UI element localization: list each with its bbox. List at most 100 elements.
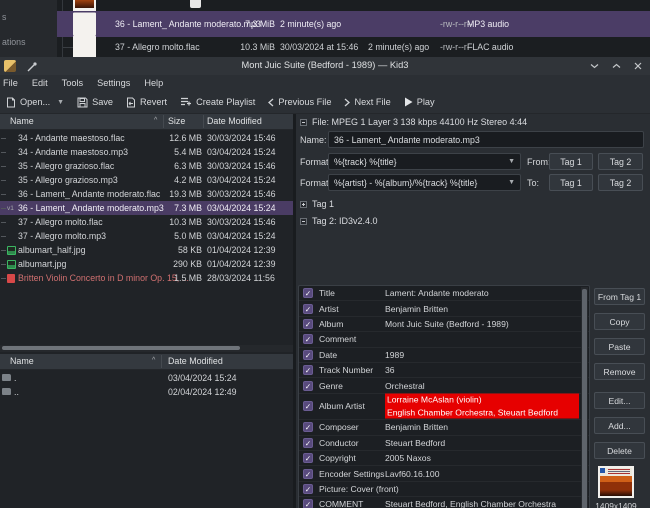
frame-checkbox[interactable] [303, 365, 313, 375]
frame-checkbox[interactable] [303, 422, 313, 432]
format-up-combobox[interactable]: %{track} %{title}▼ [328, 153, 521, 170]
sidebar-label[interactable]: ations [2, 37, 25, 47]
column-header-name[interactable]: Name [10, 116, 34, 126]
menu-settings[interactable]: Settings [97, 78, 130, 88]
tag-frame-row[interactable]: Comment [299, 332, 589, 347]
file-row[interactable]: 34 - Andante maestoso.mp35.4 MB03/04/202… [0, 145, 293, 159]
frame-checkbox[interactable] [303, 469, 313, 479]
toolbar-create-playlist-button[interactable]: Create Playlist [180, 97, 255, 107]
folder-list-header[interactable]: Name ^ Date Modified [0, 354, 293, 370]
close-button[interactable] [630, 59, 646, 73]
tag-frame-row[interactable]: Track Number36 [299, 363, 589, 378]
tag-frame-row[interactable]: Date1989 [299, 348, 589, 363]
from-tag1-button[interactable]: Tag 1 [549, 153, 593, 170]
column-header-name[interactable]: Name [10, 356, 34, 366]
frame-checkbox[interactable] [303, 453, 313, 463]
file-row[interactable]: 35 - Allegro grazioso.mp34.2 MB03/04/202… [0, 173, 293, 187]
tag-frame-row[interactable]: Copyright2005 Naxos [299, 451, 589, 466]
menu-edit[interactable]: Edit [32, 78, 48, 88]
file-row[interactable]: Britten Violin Concerto in D minor Op. 1… [0, 271, 293, 285]
to-tag1-button[interactable]: Tag 1 [549, 174, 593, 191]
frame-value[interactable]: Steuart Bedford, English Chamber Orchest… [385, 499, 579, 508]
file-list-header[interactable]: Name ^ Size Date Modified [0, 114, 293, 130]
delete-button[interactable]: Delete [594, 442, 645, 459]
frame-value[interactable]: 1989 [385, 350, 579, 360]
tag-frame-row[interactable]: Picture: Cover (front) [299, 482, 589, 497]
edit-button[interactable]: Edit... [594, 392, 645, 409]
folder-row[interactable]: ..02/04/2024 12:49 [0, 385, 293, 399]
tag-frame-row[interactable]: ConductorSteuart Bedford [299, 436, 589, 451]
frame-checkbox[interactable] [303, 401, 313, 411]
frame-checkbox[interactable] [303, 381, 313, 391]
tag-frame-row[interactable]: TitleLament: Andante moderato [299, 286, 589, 301]
minimize-button[interactable] [586, 59, 602, 73]
file-row[interactable]: 36 - Lament_ Andante moderato.flac19.3 M… [0, 187, 293, 201]
album-art-thumbnail[interactable] [598, 466, 634, 498]
chevron-down-icon[interactable]: ▼ [57, 99, 64, 106]
file-row[interactable]: v136 - Lament_ Andante moderato.mp37.3 M… [0, 201, 293, 215]
file-row[interactable]: 37 - Allegro molto.flac10.3 MB30/03/2024… [0, 215, 293, 229]
copy-button[interactable]: Copy [594, 313, 645, 330]
file-row[interactable]: albumart.jpg290 KB01/04/2024 12:39 [0, 257, 293, 271]
collapse-icon[interactable] [300, 119, 307, 126]
tag-frame-row[interactable]: Album ArtistLorraine McAslan (violin)Eng… [299, 394, 589, 421]
remove-button[interactable]: Remove [594, 363, 645, 380]
frame-value[interactable]: 36 [385, 365, 579, 375]
frame-checkbox[interactable] [303, 438, 313, 448]
file-row[interactable]: 35 - Allegro grazioso.flac6.3 MB30/03/20… [0, 159, 293, 173]
tag2-section-header[interactable]: Tag 2: ID3v2.4.0 [300, 216, 378, 226]
frame-value[interactable]: 2005 Naxos [385, 453, 579, 463]
folder-row[interactable]: .03/04/2024 15:24 [0, 371, 293, 385]
file-row[interactable]: albumart_half.jpg58 KB01/04/2024 12:39 [0, 243, 293, 257]
frame-value[interactable]: Benjamin Britten [385, 422, 579, 432]
frame-checkbox[interactable] [303, 304, 313, 314]
frame-checkbox[interactable] [303, 334, 313, 344]
frame-value[interactable]: Steuart Bedford [385, 438, 579, 448]
collapse-icon[interactable] [300, 218, 307, 225]
tag-frame-row[interactable]: COMMENTSteuart Bedford, English Chamber … [299, 497, 589, 508]
tag1-section-header[interactable]: Tag 1 [300, 199, 334, 209]
sidebar-label[interactable]: s [2, 12, 6, 22]
file-row[interactable]: 37 - Allegro molto.mp35.0 MB03/04/2024 1… [0, 229, 293, 243]
frame-value[interactable]: Benjamin Britten [385, 304, 579, 314]
frame-checkbox[interactable] [303, 288, 313, 298]
add-button[interactable]: Add... [594, 417, 645, 434]
tag-frame-row[interactable]: ComposerBenjamin Britten [299, 420, 589, 435]
bg-file-row[interactable]: 37 - Allegro molto.flac10.3 MiB30/03/202… [57, 37, 650, 57]
frame-checkbox[interactable] [303, 319, 313, 329]
frame-value[interactable]: Mont Juic Suite (Bedford - 1989) [385, 319, 579, 329]
frame-value[interactable]: Orchestral [385, 381, 579, 391]
file-list-hscrollbar[interactable] [0, 345, 293, 352]
titlebar[interactable]: Mont Juic Suite (Bedford - 1989) — Kid3 [0, 57, 650, 75]
toolbar-revert-button[interactable]: Revert [126, 97, 167, 108]
menu-help[interactable]: Help [144, 78, 163, 88]
tag-frame-row[interactable]: Encoder SettingsLavf60.16.100 [299, 466, 589, 481]
column-header-date[interactable]: Date Modified [168, 356, 223, 366]
toolbar-previous-file-button[interactable]: Previous File [268, 97, 331, 107]
tag-frame-row[interactable]: ArtistBenjamin Britten [299, 301, 589, 316]
frame-value[interactable]: Lavf60.16.100 [385, 469, 579, 479]
menu-tools[interactable]: Tools [62, 78, 83, 88]
frame-checkbox[interactable] [303, 350, 313, 360]
frame-value[interactable]: Lament: Andante moderato [385, 288, 579, 298]
toolbar-next-file-button[interactable]: Next File [344, 97, 390, 107]
paste-button[interactable]: Paste [594, 338, 645, 355]
column-header-date[interactable]: Date Modified [207, 116, 262, 126]
column-header-size[interactable]: Size [168, 116, 185, 126]
bg-file-row[interactable]: 36 - Lament_ Andante moderato.mp37.3 MiB… [57, 11, 650, 37]
expand-icon[interactable] [300, 201, 307, 208]
tag-frame-row[interactable]: GenreOrchestral [299, 378, 589, 393]
frame-value[interactable]: Lorraine McAslan (violin)English Chamber… [385, 394, 579, 419]
toolbar-play-button[interactable]: Play [404, 97, 435, 107]
to-tag2-button[interactable]: Tag 2 [598, 174, 643, 191]
toolbar-open-button[interactable]: Open...▼ [6, 97, 64, 108]
tag-table-scrollbar[interactable] [581, 287, 588, 508]
from-tag2-button[interactable]: Tag 2 [598, 153, 643, 170]
toolbar-save-button[interactable]: Save [77, 97, 113, 108]
frame-checkbox[interactable] [303, 484, 313, 494]
tag-frame-row[interactable]: AlbumMont Juic Suite (Bedford - 1989) [299, 317, 589, 332]
file-row[interactable]: 34 - Andante maestoso.flac12.6 MB30/03/2… [0, 131, 293, 145]
format-down-combobox[interactable]: %{artist} - %{album}/%{track} %{title}▼ [328, 174, 521, 191]
from-tag-1-button[interactable]: From Tag 1 [594, 288, 645, 305]
maximize-button[interactable] [608, 59, 624, 73]
